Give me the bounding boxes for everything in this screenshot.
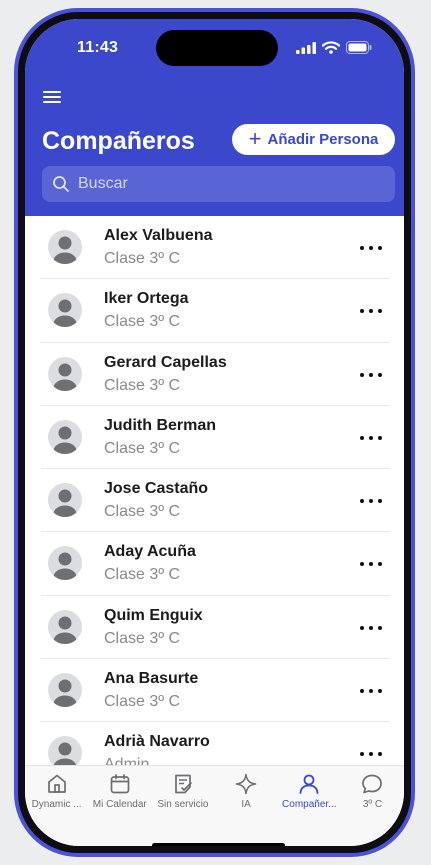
contact-name: Aday Acuña <box>104 543 196 561</box>
more-options-icon[interactable] <box>360 428 382 448</box>
contact-row[interactable]: Aday Acuña Clase 3º C <box>41 532 390 596</box>
avatar-placeholder-icon <box>48 483 82 518</box>
person-icon <box>299 774 319 794</box>
contact-row[interactable]: Alex Valbuena Clase 3º C <box>41 216 390 280</box>
battery-icon <box>346 41 372 54</box>
avatar-placeholder-icon <box>48 736 82 765</box>
tab-bar-items: Dynamic ... Mi Calendar Sin servicio IA Comp… <box>25 766 404 822</box>
avatar-placeholder-icon <box>48 356 82 391</box>
tab-item[interactable]: IA <box>215 766 278 822</box>
add-person-button[interactable]: + Añadir Persona <box>232 124 395 155</box>
chat-bubble-icon <box>362 774 383 794</box>
search-bar[interactable] <box>42 166 395 202</box>
contact-role: Clase 3º C <box>104 250 181 267</box>
more-options-icon[interactable] <box>360 744 382 764</box>
avatar-placeholder-icon <box>48 419 82 454</box>
tab-item[interactable]: 3º C <box>341 766 404 822</box>
avatar-placeholder-icon <box>48 546 82 581</box>
app-header: 11:43 Compañeros + Añadir Persona Buscar <box>25 19 404 216</box>
more-options-icon[interactable] <box>360 238 382 258</box>
contact-list[interactable]: Alex Valbuena Clase 3º C Iker Ortega Clase … <box>25 216 404 765</box>
calendar-icon <box>110 774 130 794</box>
more-options-icon[interactable] <box>360 301 382 321</box>
cellular-signal-icon <box>296 41 316 54</box>
app-screen: 11:43 Compañeros + Añadir Persona Buscar… <box>25 19 404 846</box>
contact-row[interactable]: Jose Castaño Clase 3º C <box>41 469 390 533</box>
contact-row[interactable]: Ana Basurte Clase 3º C <box>41 659 390 723</box>
avatar-placeholder-icon <box>48 673 82 708</box>
tab-bar: Dynamic ... Mi Calendar Sin servicio IA Comp… <box>25 765 404 846</box>
contact-name: Iker Ortega <box>104 290 189 308</box>
hamburger-menu-icon <box>43 91 61 103</box>
contact-row[interactable]: Adrià Navarro Admin <box>41 722 390 765</box>
contact-name: Quim Enguix <box>104 606 203 624</box>
avatar-placeholder-icon <box>48 609 82 644</box>
hamburger-menu-button[interactable] <box>41 87 65 111</box>
tab-label: Sin servicio <box>157 799 209 810</box>
more-options-icon[interactable] <box>360 681 382 701</box>
tab-label: 3º C <box>362 799 383 810</box>
contact-name: Adrià Navarro <box>104 733 210 751</box>
tab-item[interactable]: Dynamic ... <box>25 766 88 822</box>
tab-item[interactable]: Compañer... <box>278 766 341 822</box>
contact-name: Gerard Capellas <box>104 353 227 371</box>
tab-label: IA <box>241 799 251 810</box>
search-icon <box>53 176 69 192</box>
phone-frame: 11:43 Compañeros + Añadir Persona Buscar… <box>14 8 415 857</box>
page-title: Compañeros <box>42 127 195 155</box>
status-icons <box>296 41 372 54</box>
sparkle-icon <box>235 773 257 795</box>
add-person-label: Añadir Persona <box>267 131 379 148</box>
tab-label: Dynamic ... <box>31 799 82 810</box>
contact-role: Admin <box>104 756 150 765</box>
contact-role: Clase 3º C <box>104 503 181 521</box>
wifi-icon <box>322 41 340 54</box>
contact-role: Clase 3º C <box>104 693 181 711</box>
more-options-icon[interactable] <box>360 491 382 511</box>
contact-row[interactable]: Gerard Capellas Clase 3º C <box>41 343 390 406</box>
tab-label: Compañer... <box>282 799 337 810</box>
dynamic-island <box>156 30 278 66</box>
contact-role: Clase 3º C <box>104 439 181 457</box>
contact-role: Clase 3º C <box>104 376 181 394</box>
contact-role: Clase 3º C <box>104 566 181 584</box>
tab-label: Mi Calendar <box>92 799 147 810</box>
avatar-placeholder-icon <box>48 293 82 328</box>
contact-name: Jose Castaño <box>104 480 209 498</box>
search-input[interactable] <box>78 175 368 193</box>
contact-row[interactable]: Quim Enguix Clase 3º C <box>41 596 390 660</box>
tab-item[interactable]: Mi Calendar <box>88 766 151 822</box>
more-options-icon[interactable] <box>360 365 382 385</box>
contact-role: Clase 3º C <box>104 629 181 647</box>
avatar-placeholder-icon <box>48 230 82 264</box>
checklist-icon <box>175 774 192 794</box>
contact-name: Ana Basurte <box>104 670 199 688</box>
tab-item[interactable]: Sin servicio <box>151 766 214 822</box>
contact-row[interactable]: Judith Berman Clase 3º C <box>41 406 390 470</box>
contact-row[interactable]: Iker Ortega Clase 3º C <box>41 279 390 343</box>
home-icon <box>47 774 66 793</box>
more-options-icon[interactable] <box>360 618 382 638</box>
phone-bezel: 11:43 Compañeros + Añadir Persona Buscar… <box>18 12 411 853</box>
contact-role: Clase 3º C <box>104 313 181 331</box>
status-time: 11:43 <box>77 39 119 56</box>
contact-name: Alex Valbuena <box>104 227 213 244</box>
plus-icon: + <box>248 125 262 151</box>
contact-name: Judith Berman <box>104 416 217 434</box>
more-options-icon[interactable] <box>360 554 382 574</box>
home-indicator <box>152 843 285 846</box>
